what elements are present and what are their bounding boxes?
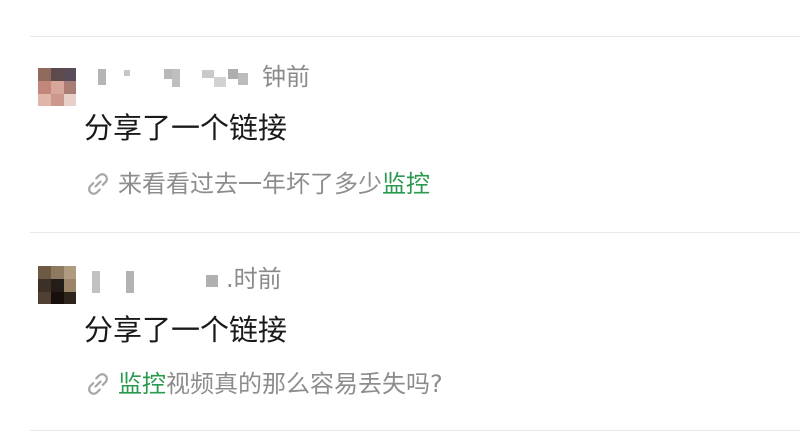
avatar[interactable] [38, 68, 76, 106]
shared-link[interactable]: 来看看过去一年坏了多少监控 [84, 168, 430, 200]
link-text: 监控视频真的那么容易丢失吗? [118, 368, 443, 400]
link-text: 来看看过去一年坏了多少监控 [118, 168, 430, 200]
divider [30, 430, 800, 431]
link-keyword-highlight: 监控 [118, 370, 166, 398]
share-title: 分享了一个链接 [84, 111, 288, 145]
link-keyword-highlight: 监控 [382, 170, 430, 198]
username-redacted [98, 65, 258, 87]
divider [30, 36, 800, 37]
shared-link[interactable]: 监控视频真的那么容易丢失吗? [84, 368, 443, 400]
link-icon [88, 373, 108, 395]
feed-item[interactable]: 钟前 分享了一个链接 来看看过去一年坏了多少监控 [0, 40, 800, 228]
link-text-after: 视频真的那么容易丢失吗? [166, 370, 443, 398]
link-icon [88, 173, 108, 195]
link-text-before: 来看看过去一年坏了多少 [118, 170, 382, 198]
share-title: 分享了一个链接 [84, 313, 288, 347]
avatar[interactable] [38, 266, 76, 304]
post-time: 钟前 [262, 63, 310, 91]
post-time: .时前 [226, 265, 282, 293]
username-redacted [92, 269, 232, 293]
feed-page: 钟前 分享了一个链接 来看看过去一年坏了多少监控 .时前 分享了一个链接 监控视… [0, 0, 800, 434]
divider [30, 232, 800, 233]
feed-item[interactable]: .时前 分享了一个链接 监控视频真的那么容易丢失吗? [0, 236, 800, 426]
